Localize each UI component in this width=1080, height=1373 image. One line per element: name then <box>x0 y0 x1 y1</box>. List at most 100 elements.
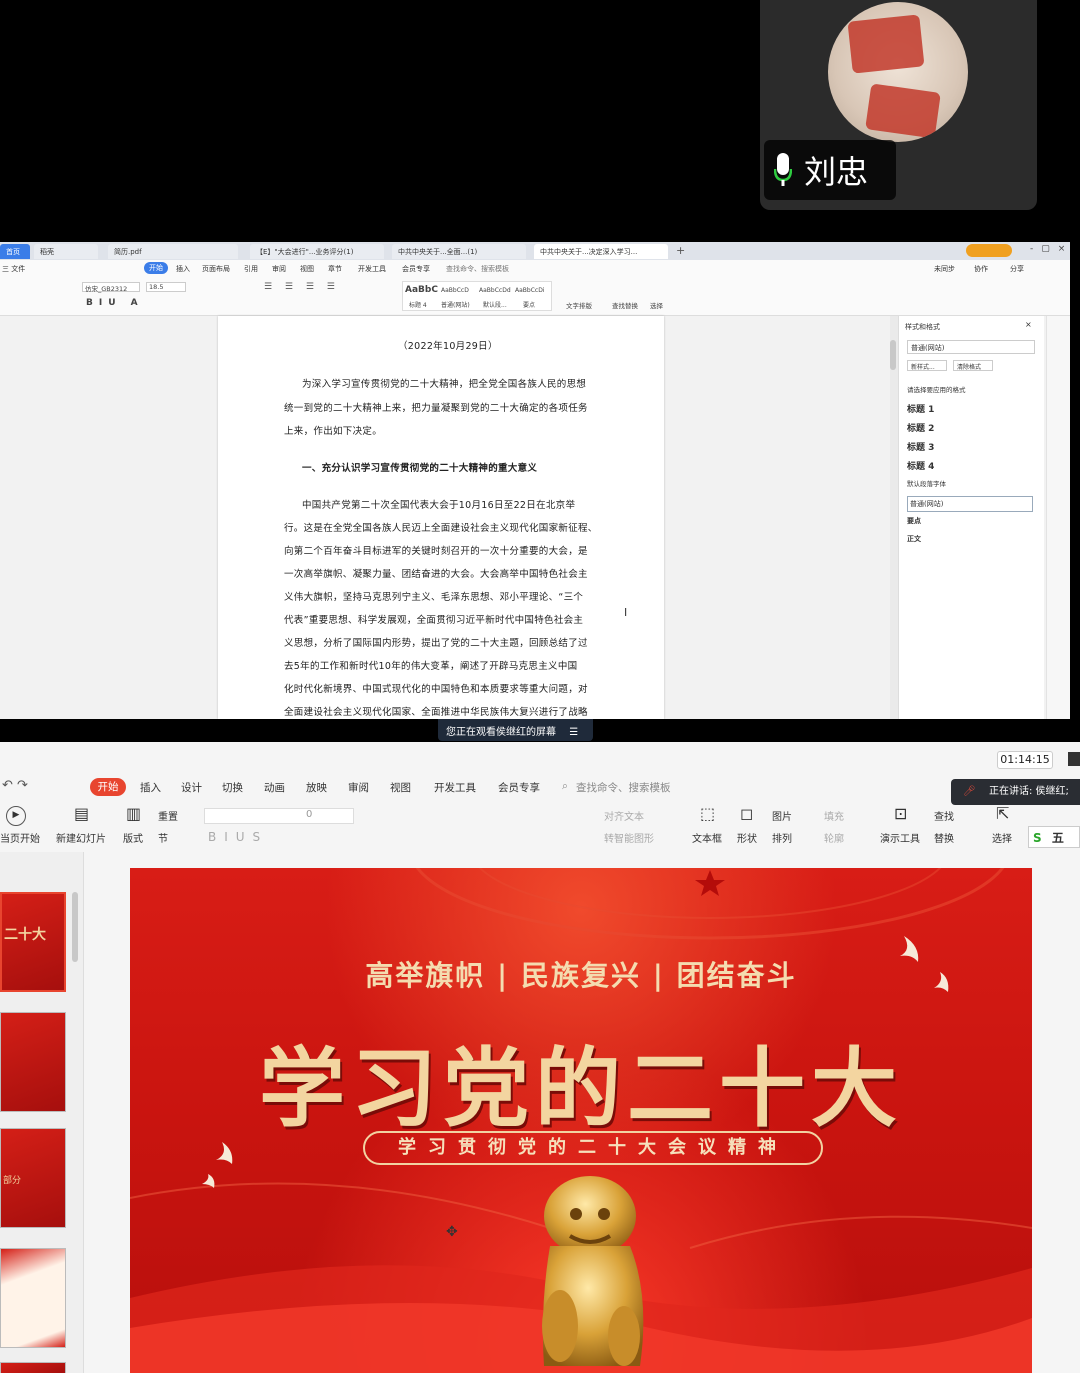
ppt-tab-slideshow[interactable]: 放映 <box>306 780 327 795</box>
writer-search[interactable]: 查找命令、搜索模板 <box>446 264 509 274</box>
writer-tab-active-doc[interactable]: 中共中央关于...决定深入学习... <box>534 244 668 259</box>
menu-page-layout[interactable]: 页面布局 <box>202 264 230 274</box>
slide-thumbnail-4[interactable] <box>0 1248 66 1348</box>
reset-button[interactable]: 重置 <box>158 808 178 823</box>
slide-thumbnail-5[interactable] <box>0 1362 66 1373</box>
layout-icon[interactable]: ▥ <box>126 804 141 823</box>
slide-thumbnail-3[interactable]: 部分 <box>0 1128 66 1228</box>
font-size-select[interactable]: 0 <box>306 809 312 820</box>
style-item-heading2[interactable]: 标题 2 <box>907 421 1033 437</box>
undo-redo-icons[interactable]: ↶ ↷ <box>2 778 28 793</box>
ppt-tab-review[interactable]: 审阅 <box>348 780 369 795</box>
ppt-tab-view[interactable]: 视图 <box>390 780 411 795</box>
document-page[interactable]: （2022年10月29日） 为深入学习宣传贯彻党的二十大精神，把全党全国各族人民… <box>218 316 664 719</box>
menu-references[interactable]: 引用 <box>244 264 258 274</box>
current-style-select[interactable]: 普通(网站) <box>907 340 1035 354</box>
ppt-tab-devtools[interactable]: 开发工具 <box>434 780 476 795</box>
arrange-button[interactable]: 排列 <box>772 830 792 845</box>
select-cursor-icon[interactable]: ⇱ <box>996 804 1009 823</box>
slide-thumbnail-2[interactable] <box>0 1012 66 1112</box>
section-button[interactable]: 节 <box>158 830 168 845</box>
format-buttons[interactable]: BIU A <box>86 298 144 308</box>
window-controls[interactable]: -▢× <box>1030 244 1070 254</box>
find-button[interactable]: 查找 <box>934 808 954 823</box>
menu-file[interactable]: 三 文件 <box>2 264 25 274</box>
font-name-select[interactable]: 仿宋_GB2312 <box>82 282 140 293</box>
style-item-heading3[interactable]: 标题 3 <box>907 440 1033 456</box>
slide-canvas[interactable]: 高举旗帜 | 民族复兴 | 团结奋斗 学习党的二十大 学习贯彻党的二十大会议精神… <box>130 868 1032 1373</box>
fill-button[interactable]: 填充 <box>824 808 844 823</box>
new-style-button[interactable]: 新样式... <box>907 360 947 371</box>
select-button[interactable]: 选择 <box>992 830 1012 845</box>
ppt-tab-insert[interactable]: 插入 <box>140 780 161 795</box>
style-gallery[interactable]: AaBbC AaBbCcD AaBbCcDd AaBbCcDi 标题 4 普通(… <box>402 281 552 311</box>
style-item-key-point[interactable]: 要点 <box>907 516 1033 532</box>
font-size-select[interactable]: 18.5 <box>146 282 186 292</box>
clear-format-button[interactable]: 清除格式 <box>953 360 993 371</box>
ppt-tab-animation[interactable]: 动画 <box>264 780 285 795</box>
menu-insert[interactable]: 插入 <box>176 264 190 274</box>
ppt-tab-transition[interactable]: 切换 <box>222 780 243 795</box>
menu-unsynced[interactable]: 未同步 <box>934 264 955 274</box>
replace-button[interactable]: 替换 <box>934 830 954 845</box>
menu-share[interactable]: 分享 <box>1010 264 1024 274</box>
shape-icon[interactable]: ◻ <box>740 804 753 823</box>
new-slide-icon[interactable]: ▤ <box>74 804 89 823</box>
play-from-current-button[interactable]: 当页开始 <box>0 830 40 845</box>
menu-member[interactable]: 会员专享 <box>402 264 430 274</box>
writer-tab-home[interactable]: 首页 <box>0 244 30 259</box>
login-badge[interactable] <box>966 244 1012 257</box>
style-sample-1[interactable]: AaBbC <box>405 285 438 295</box>
screen-share-banner[interactable]: 您正在观看侯继红的屏幕 ☰ <box>438 719 593 741</box>
slide-thumbnail-1[interactable]: 二十大 <box>0 892 66 992</box>
presenter-tools-icon[interactable]: ⊡ <box>894 804 907 823</box>
writer-scrollbar[interactable] <box>890 316 898 719</box>
font-format-buttons[interactable]: BIUS <box>208 830 268 844</box>
new-tab-plus-icon[interactable]: + <box>676 244 685 257</box>
style-item-heading4[interactable]: 标题 4 <box>907 459 1033 475</box>
ppt-tab-design[interactable]: 设计 <box>181 780 202 795</box>
layout-toggle-icon[interactable] <box>1068 752 1080 766</box>
thumbnail-scrollbar[interactable] <box>72 892 78 962</box>
writer-side-toolbar[interactable] <box>1046 316 1070 719</box>
style-sample-2[interactable]: AaBbCcD <box>441 287 469 294</box>
speaker-video-tile[interactable]: 刘忠 <box>760 0 1037 210</box>
menu-section[interactable]: 章节 <box>328 264 342 274</box>
menu-start[interactable]: 开始 <box>144 262 168 274</box>
menu-collab[interactable]: 协作 <box>974 264 988 274</box>
menu-review[interactable]: 审阅 <box>272 264 286 274</box>
writer-tab-doc2[interactable]: 中共中央关于...全面...(1) <box>392 244 526 259</box>
writer-tab-pdf[interactable]: 简历.pdf <box>108 244 238 259</box>
layout-button[interactable]: 版式 <box>123 830 143 845</box>
style-sample-4[interactable]: AaBbCcDi <box>515 287 544 294</box>
find-replace-button[interactable]: 查找替换 <box>612 300 638 310</box>
play-from-current-icon[interactable]: ▶ <box>6 806 26 826</box>
style-sample-3[interactable]: AaBbCcDd <box>479 287 511 294</box>
new-slide-button[interactable]: 新建幻灯片 <box>56 830 106 845</box>
writer-tab-doc1[interactable]: 【E】"大会进行"...业务评分(1) <box>250 244 384 259</box>
style-item-heading1[interactable]: 标题 1 <box>907 402 1033 418</box>
picture-button[interactable]: 图片 <box>772 808 792 823</box>
text-layout-button[interactable]: 文字排版 <box>566 300 592 310</box>
presenter-tools-button[interactable]: 演示工具 <box>880 830 920 845</box>
align-text-button[interactable]: 对齐文本 <box>604 808 644 823</box>
textbox-icon[interactable]: ⬚ <box>700 804 715 823</box>
writer-tab-docer[interactable]: 稻壳 <box>34 244 98 259</box>
menu-dev-tools[interactable]: 开发工具 <box>358 264 386 274</box>
smartart-button[interactable]: 转智能图形 <box>604 830 654 845</box>
shape-button[interactable]: 形状 <box>737 830 757 845</box>
ppt-search-icon[interactable]: ⌕ <box>562 780 568 793</box>
styles-pane-close-icon[interactable]: × <box>1025 320 1032 329</box>
style-item-body[interactable]: 正文 <box>907 534 1033 550</box>
ppt-tab-start[interactable]: 开始 <box>90 778 126 796</box>
ppt-search-input[interactable]: 查找命令、搜索模板 <box>576 780 671 795</box>
share-menu-icon[interactable]: ☰ <box>569 727 578 738</box>
ppt-tab-member[interactable]: 会员专享 <box>498 780 540 795</box>
font-name-select[interactable] <box>204 808 354 824</box>
outline-button[interactable]: 轮廓 <box>824 830 844 845</box>
style-item-normal-web[interactable]: 普通(网站) <box>907 496 1033 512</box>
select-button[interactable]: 选择 <box>650 300 663 310</box>
textbox-button[interactable]: 文本框 <box>692 830 722 845</box>
ime-indicator[interactable]: S 五 <box>1028 826 1080 848</box>
menu-view[interactable]: 视图 <box>300 264 314 274</box>
